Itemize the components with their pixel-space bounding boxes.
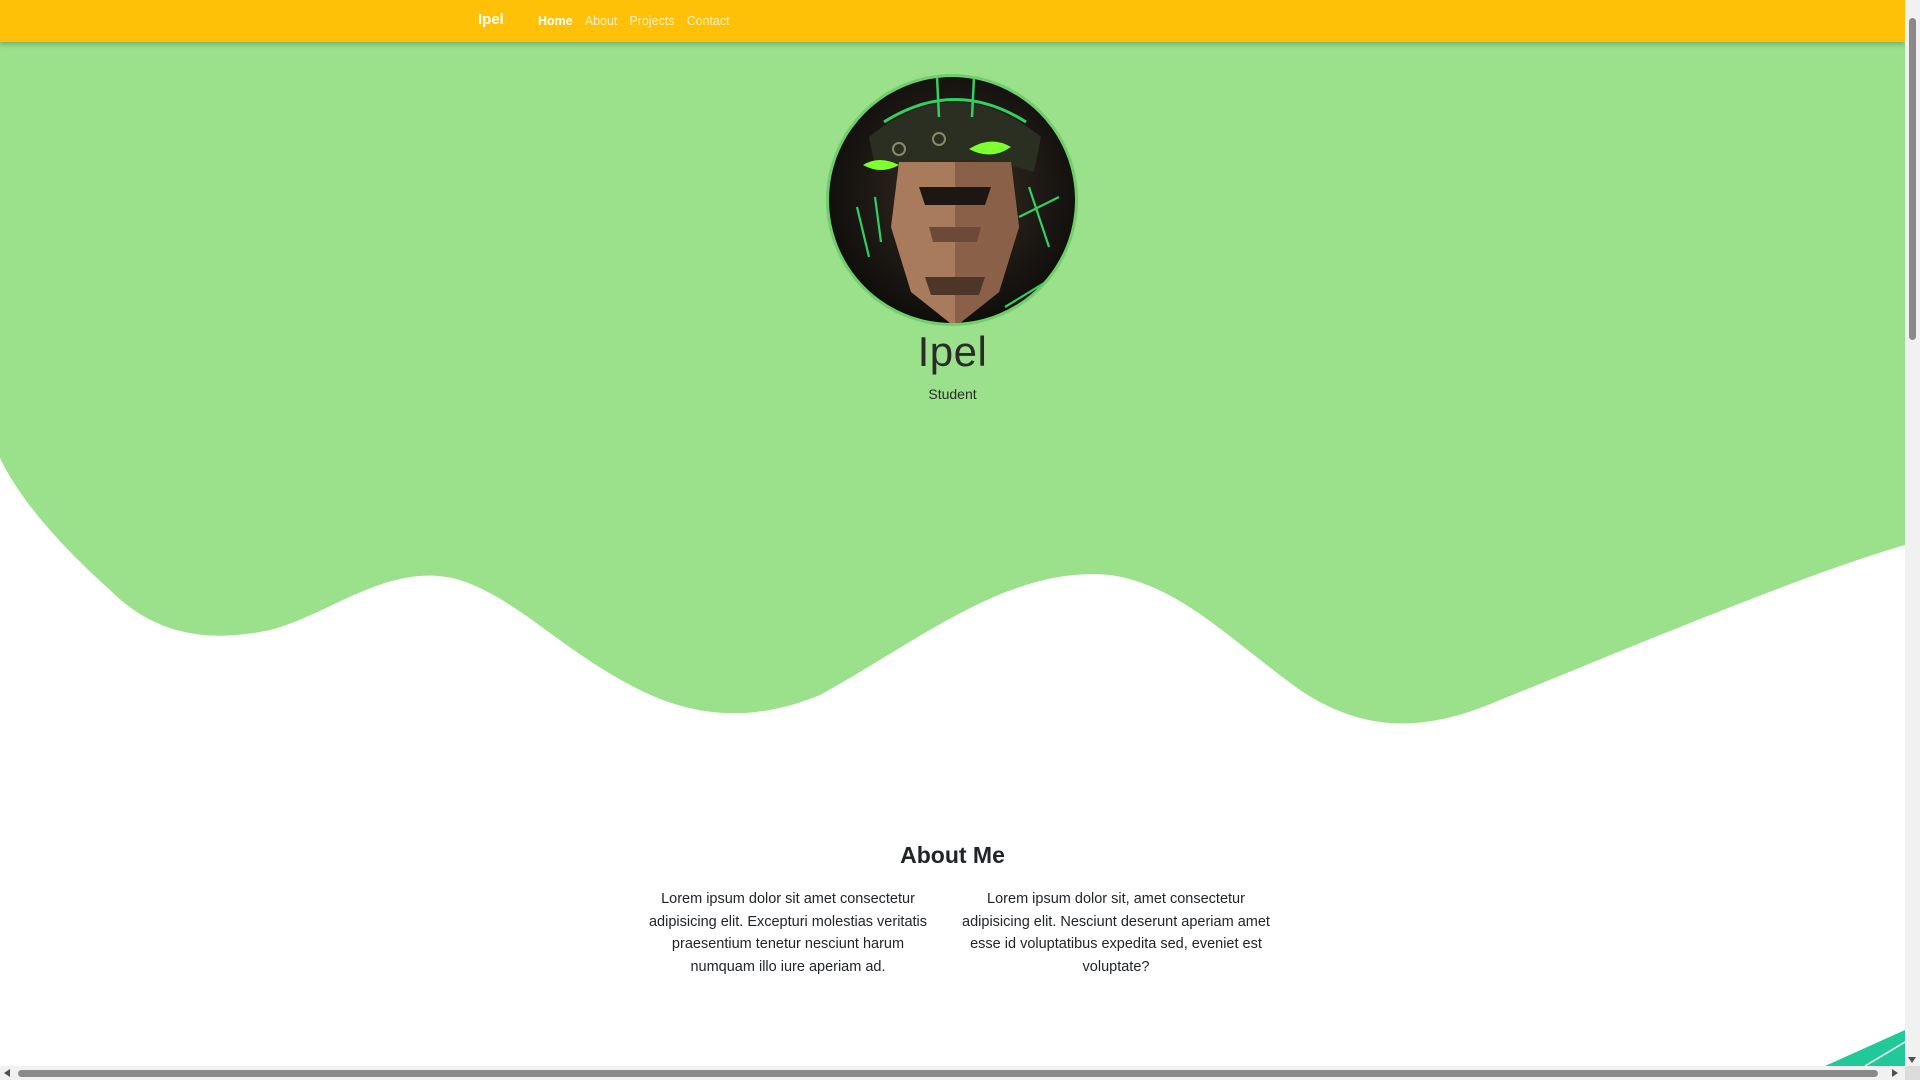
nav-link-home[interactable]: Home xyxy=(538,14,573,28)
scroll-left-arrow-icon[interactable] xyxy=(4,1069,10,1077)
scroll-right-arrow-icon[interactable] xyxy=(1892,1069,1898,1077)
nav-link-contact[interactable]: Contact xyxy=(687,14,730,28)
horizontal-scroll-thumb[interactable] xyxy=(18,1070,1878,1077)
decorative-corner-shape xyxy=(1825,1030,1905,1066)
about-paragraph-2: Lorem ipsum dolor sit, amet consectetur … xyxy=(962,891,1270,975)
page: Ipel Home About Projects Contact Ipel St… xyxy=(0,0,1920,1080)
about-title: About Me xyxy=(900,842,1005,868)
navbar-brand[interactable]: Ipel xyxy=(478,11,504,28)
vertical-scroll-thumb[interactable] xyxy=(1909,18,1916,340)
nav-links: Home About Projects Contact xyxy=(538,14,730,28)
vertical-scrollbar[interactable] xyxy=(1905,0,1920,1066)
avatar-illustration-icon xyxy=(829,77,1075,323)
profile-avatar xyxy=(826,74,1078,326)
navbar: Ipel Home About Projects Contact xyxy=(0,0,1905,42)
nav-link-projects[interactable]: Projects xyxy=(629,14,674,28)
hero-name: Ipel xyxy=(917,328,988,375)
scroll-down-arrow-icon[interactable] xyxy=(1908,1057,1916,1063)
nav-link-about[interactable]: About xyxy=(585,14,618,28)
horizontal-scrollbar[interactable] xyxy=(0,1066,1920,1080)
scrollbar-corner xyxy=(1905,1066,1920,1080)
hero-role: Student xyxy=(928,386,977,402)
about-paragraph-1: Lorem ipsum dolor sit amet consectetur a… xyxy=(648,891,928,975)
